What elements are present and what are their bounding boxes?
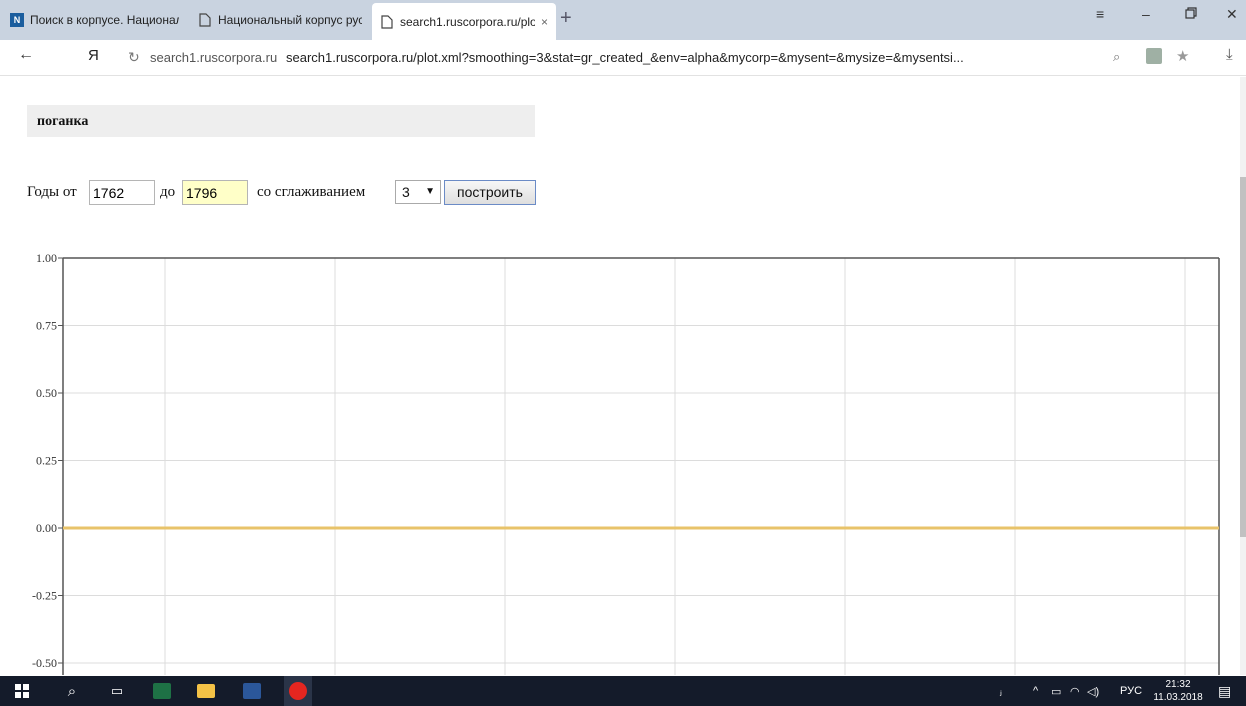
year-to-input[interactable] — [182, 180, 248, 205]
new-tab-button[interactable]: + — [560, 6, 572, 30]
bookmark-star-icon[interactable]: ★ — [1176, 47, 1189, 65]
battery-icon[interactable]: ▭ — [1051, 676, 1061, 706]
windows-start-icon[interactable] — [10, 676, 34, 706]
reload-icon[interactable]: ↻ — [128, 49, 140, 66]
search-icon[interactable]: ⌕ — [60, 676, 84, 706]
to-label: до — [160, 184, 176, 200]
yandex-browser-icon[interactable] — [284, 676, 312, 706]
smoothing-select[interactable]: 3 ▼ — [395, 180, 441, 204]
query-box: поганка — [27, 105, 535, 137]
extension-icon[interactable] — [1146, 48, 1162, 64]
y-tick-label: 1.00 — [36, 251, 57, 265]
from-label: Годы от — [27, 184, 77, 200]
restore-icon[interactable] — [1185, 6, 1197, 22]
page-scrollbar[interactable] — [1240, 77, 1246, 675]
yandex-logo-icon[interactable]: Я — [88, 47, 99, 64]
clock-date: 11.03.2018 — [1153, 692, 1203, 703]
close-tab-icon[interactable]: × — [541, 15, 548, 29]
y-tick-label: -0.25 — [32, 589, 57, 603]
address-url-input[interactable]: search1.ruscorpora.ru/plot.xml?smoothing… — [286, 50, 1021, 65]
build-button[interactable]: построить — [444, 180, 536, 205]
search-page-icon[interactable]: ⌕ — [1113, 49, 1120, 65]
address-host: search1.ruscorpora.ru — [150, 50, 278, 65]
query-text: поганка — [37, 114, 89, 129]
language-indicator[interactable]: РУС — [1120, 676, 1142, 706]
tab-title: search1.ruscorpora.ru/plo — [400, 14, 535, 29]
back-icon[interactable]: ← — [18, 46, 34, 64]
page-icon — [198, 12, 212, 27]
page-icon — [380, 14, 394, 29]
chevron-up-icon[interactable]: ^ — [1033, 676, 1038, 706]
tab-title: Поиск в корпусе. Национал — [30, 12, 179, 27]
y-tick-label: 0.00 — [36, 521, 57, 535]
smoothing-value: 3 — [402, 184, 410, 200]
chevron-down-icon: ▼ — [425, 186, 435, 197]
y-tick-label: 0.25 — [36, 454, 57, 468]
ncrl-icon: N — [10, 12, 24, 27]
tab-ncrl-home[interactable]: Национальный корпус русс — [190, 3, 370, 36]
excel-icon[interactable] — [150, 676, 174, 706]
year-from-input[interactable] — [89, 180, 155, 205]
tab-title: Национальный корпус русс — [218, 12, 362, 27]
word-icon[interactable] — [240, 676, 264, 706]
frequency-chart: 1.00 0.75 0.50 0.25 0.00 -0.25 -0.50 — [32, 251, 1220, 675]
clock[interactable]: 21:32 11.03.2018 — [1152, 678, 1204, 704]
task-view-icon[interactable]: ▭ — [105, 676, 129, 706]
volume-icon[interactable]: ◁) — [1087, 676, 1099, 706]
page-content: поганка Годы от до со сглаживанием 3 ▼ п… — [0, 77, 1240, 675]
minimize-icon[interactable]: – — [1142, 6, 1150, 22]
y-tick-label: 0.75 — [36, 319, 57, 333]
notifications-icon[interactable]: ▤ — [1218, 676, 1231, 706]
y-tick-label: -0.50 — [32, 656, 57, 670]
downloads-icon[interactable]: ⤓ — [1226, 46, 1233, 63]
tab-plot[interactable]: search1.ruscorpora.ru/plo × — [372, 3, 556, 40]
y-tick-label: 0.50 — [36, 386, 57, 400]
close-window-icon[interactable]: ✕ — [1226, 6, 1238, 23]
file-explorer-icon[interactable] — [194, 676, 218, 706]
wifi-icon[interactable]: ◠ — [1070, 676, 1080, 706]
menu-icon[interactable]: ≡ — [1096, 6, 1104, 22]
tab-strip: N Поиск в корпусе. Национал Национальный… — [0, 0, 1246, 40]
tab-ncrl-search[interactable]: N Поиск в корпусе. Национал — [2, 3, 187, 36]
scrollbar-thumb[interactable] — [1240, 177, 1246, 537]
people-icon[interactable]: ⱼ — [1000, 676, 1002, 706]
smoothing-label: со сглаживанием — [257, 184, 366, 200]
clock-time: 21:32 — [1165, 679, 1191, 690]
address-bar: ← Я ↻ search1.ruscorpora.ru search1.rusc… — [0, 40, 1246, 76]
taskbar: ⌕ ▭ ⱼ ^ ▭ ◠ ◁) РУС 21:32 11.03.2018 ▤ — [0, 676, 1246, 706]
